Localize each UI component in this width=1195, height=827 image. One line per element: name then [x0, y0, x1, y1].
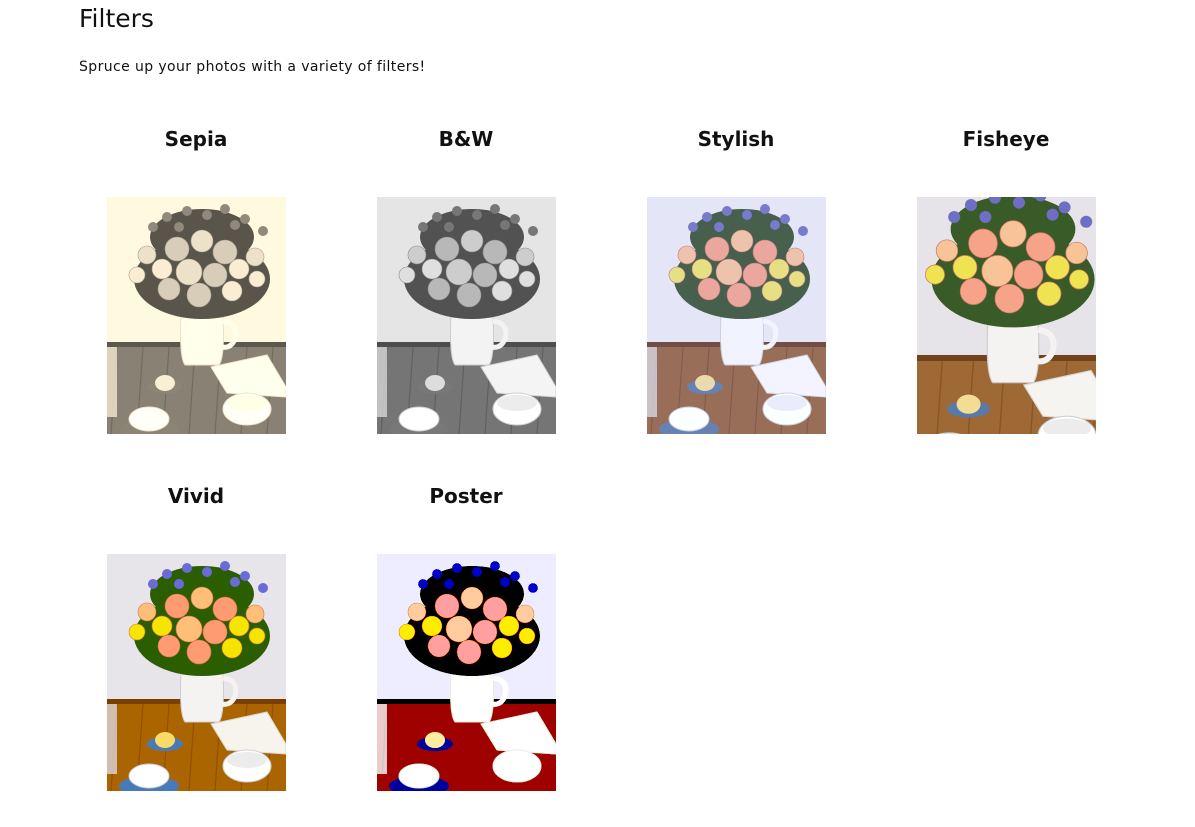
- filter-label-stylish: Stylish: [697, 127, 775, 151]
- filter-label-sepia: Sepia: [164, 127, 228, 151]
- filter-card-bw: B&W: [331, 125, 601, 455]
- photo-image: [107, 554, 286, 791]
- filter-card-poster: Poster: [331, 482, 601, 812]
- filter-card-stylish: Stylish: [601, 125, 871, 455]
- filter-preview-vivid[interactable]: [107, 554, 286, 791]
- filter-preview-poster[interactable]: [377, 554, 556, 791]
- filter-preview-fisheye[interactable]: [917, 197, 1096, 434]
- filter-label-poster: Poster: [429, 484, 503, 508]
- filter-grid: Sepia B&W Stylish Fisheye Vivid Poster: [0, 0, 1195, 827]
- photo-image: [107, 197, 286, 434]
- photo-image: [647, 197, 826, 434]
- filter-label-vivid: Vivid: [167, 484, 225, 508]
- filter-label-bw: B&W: [438, 127, 494, 151]
- photo-image: [377, 554, 556, 791]
- filter-preview-bw[interactable]: [377, 197, 556, 434]
- photo-image: [377, 197, 556, 434]
- filter-preview-sepia[interactable]: [107, 197, 286, 434]
- filter-card-vivid: Vivid: [61, 482, 331, 812]
- filter-preview-stylish[interactable]: [647, 197, 826, 434]
- photo-image: [917, 197, 1096, 434]
- filter-label-fisheye: Fisheye: [962, 127, 1050, 151]
- filter-card-fisheye: Fisheye: [871, 125, 1141, 455]
- filter-card-sepia: Sepia: [61, 125, 331, 455]
